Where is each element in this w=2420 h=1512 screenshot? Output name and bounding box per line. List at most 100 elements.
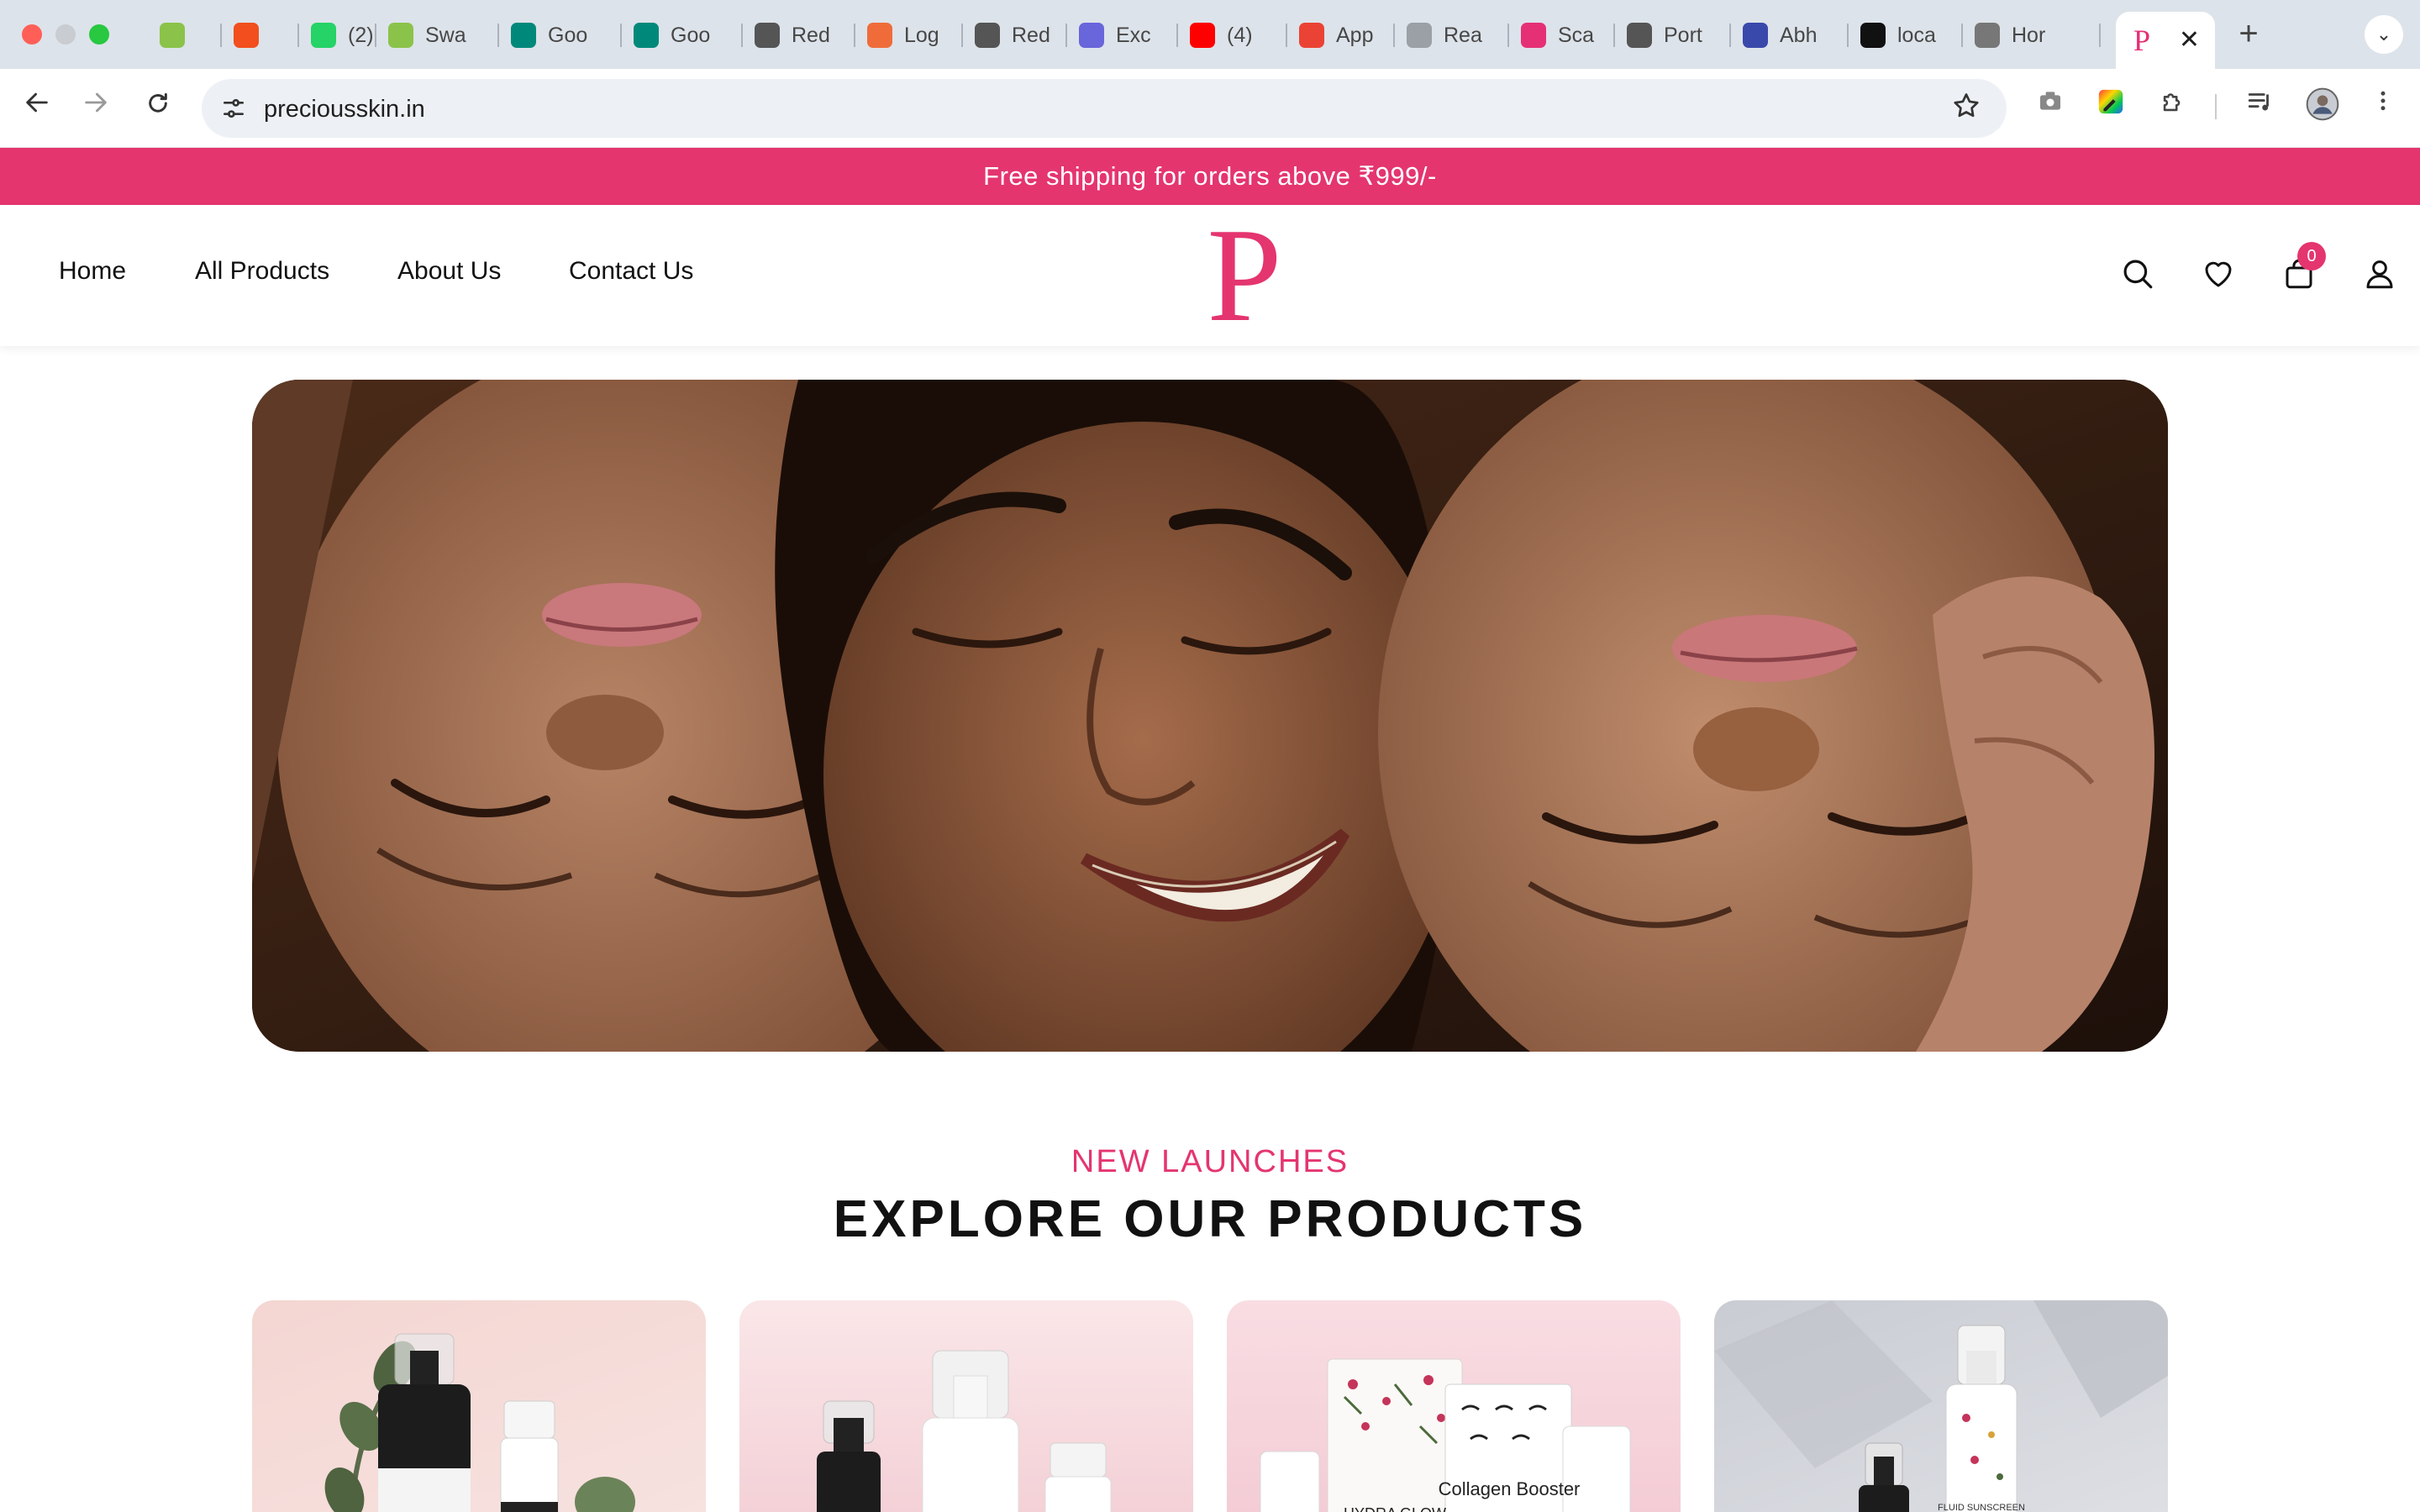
product-image: HYDRA GLOW Collagen Booster bbox=[1260, 1358, 1631, 1512]
product-image: FLUID SUNSCREEN bbox=[1714, 1300, 2168, 1512]
nav-about-us[interactable]: About Us bbox=[397, 257, 501, 286]
openai-icon bbox=[975, 23, 1000, 48]
media-controls-icon[interactable] bbox=[2242, 87, 2279, 124]
cube-icon bbox=[1521, 23, 1546, 48]
tab-title: (4) bbox=[1227, 23, 1253, 47]
camera-icon[interactable] bbox=[2032, 87, 2069, 124]
product-card[interactable]: FLUID SUNSCREEN bbox=[1714, 1300, 2168, 1512]
product-card[interactable] bbox=[739, 1300, 1193, 1512]
excalidraw-icon bbox=[1079, 23, 1104, 48]
url-text[interactable]: preciousskin.in bbox=[264, 96, 425, 123]
browser-tab[interactable]: Sca bbox=[1509, 13, 1615, 57]
arrow-left-icon bbox=[26, 92, 48, 113]
browser-tab[interactable]: Rea bbox=[1395, 13, 1509, 57]
tab-title: Log bbox=[904, 23, 939, 47]
tab-title: Hor bbox=[2012, 23, 2046, 47]
reload-icon bbox=[149, 92, 167, 113]
tab-title: (2) ’ bbox=[348, 23, 376, 47]
extensions-puzzle-icon[interactable] bbox=[2154, 87, 2191, 124]
google-meet-icon bbox=[511, 23, 536, 48]
tab-title: Swa bbox=[425, 23, 466, 47]
product-image bbox=[817, 1350, 1112, 1512]
site-settings-icon[interactable] bbox=[220, 95, 247, 122]
site-logo[interactable]: P bbox=[1207, 207, 1282, 342]
browser-tab[interactable]: Port bbox=[1615, 13, 1731, 57]
tab-search-button[interactable]: ⌄ bbox=[2365, 15, 2403, 54]
orange-logo-icon bbox=[867, 23, 892, 48]
google-meet-icon bbox=[634, 23, 659, 48]
tab-separator bbox=[2099, 24, 2101, 47]
nav-contact-us[interactable]: Contact Us bbox=[569, 257, 693, 286]
globe-icon bbox=[1975, 23, 2000, 48]
browser-tab-strip: (2) ’ Swa Goo Goo Red Log Red Exc (4) App Rea Sca Po… bbox=[0, 0, 2420, 69]
section-title: EXPLORE OUR PRODUCTS bbox=[833, 1190, 1587, 1248]
precious-logo-icon: P bbox=[2133, 24, 2151, 57]
cloud-icon bbox=[1407, 23, 1432, 48]
close-tab-icon[interactable]: ✕ bbox=[2179, 25, 2200, 55]
browser-tab[interactable]: Swa bbox=[376, 13, 499, 57]
wishlist-heart-icon[interactable] bbox=[2193, 249, 2244, 299]
tab-title: App bbox=[1336, 23, 1374, 47]
toolbar-divider bbox=[2215, 94, 2217, 119]
browser-tab[interactable]: App bbox=[1287, 13, 1395, 57]
tab-title: loca bbox=[1897, 23, 1936, 47]
cart-count-badge: 0 bbox=[2297, 242, 2326, 270]
hero-illustration bbox=[252, 380, 2168, 1052]
tab-title: Port bbox=[1664, 23, 1702, 47]
maximize-window-button[interactable] bbox=[89, 24, 109, 45]
tab-title: Goo bbox=[548, 23, 588, 47]
browser-tab[interactable]: Goo bbox=[622, 13, 743, 57]
tab-title: Red bbox=[1012, 23, 1050, 47]
browser-tab[interactable]: (2) ’ bbox=[299, 13, 376, 57]
globe-green-icon bbox=[160, 23, 185, 48]
product-label-1: FLUID SUNSCREEN bbox=[1938, 1503, 2025, 1512]
site-header: Home All Products About Us Contact Us P bbox=[0, 205, 2420, 346]
product-card[interactable] bbox=[252, 1300, 706, 1512]
browser-menu-icon[interactable] bbox=[2365, 87, 2402, 124]
product-image bbox=[324, 1333, 635, 1512]
tab-title: Sca bbox=[1558, 23, 1595, 47]
browser-tab[interactable] bbox=[148, 13, 222, 57]
browser-tab[interactable]: Red bbox=[743, 13, 855, 57]
arc-icon bbox=[1743, 23, 1768, 48]
new-tab-button[interactable]: + bbox=[2230, 15, 2267, 52]
browser-tab[interactable]: Hor bbox=[1963, 13, 2101, 57]
openai-icon bbox=[1627, 23, 1652, 48]
openai-icon bbox=[755, 23, 780, 48]
tab-title: Abh bbox=[1780, 23, 1818, 47]
color-picker-extension-icon[interactable] bbox=[2092, 87, 2129, 124]
globe-green-icon bbox=[388, 23, 413, 48]
product-label-2: Collagen Booster bbox=[1439, 1478, 1581, 1499]
account-user-icon[interactable] bbox=[2354, 249, 2405, 299]
search-icon[interactable] bbox=[2112, 249, 2163, 299]
address-bar[interactable]: preciousskin.in bbox=[202, 79, 2007, 138]
browser-tab[interactable]: (4) bbox=[1178, 13, 1287, 57]
back-button[interactable] bbox=[17, 87, 57, 128]
bookmark-star-icon[interactable] bbox=[1951, 91, 1981, 121]
announcement-bar: Free shipping for orders above ₹999/- bbox=[0, 148, 2420, 205]
profile-avatar-icon[interactable] bbox=[2304, 87, 2341, 124]
browser-tab[interactable] bbox=[222, 13, 299, 57]
tab-title: Goo bbox=[671, 23, 711, 47]
forward-button[interactable] bbox=[76, 87, 116, 128]
figma-icon bbox=[234, 23, 259, 48]
browser-tab[interactable]: loca bbox=[1849, 13, 1963, 57]
nav-all-products[interactable]: All Products bbox=[195, 257, 329, 286]
browser-tab[interactable]: Red bbox=[963, 13, 1067, 57]
product-card[interactable]: HYDRA GLOW Collagen Booster bbox=[1227, 1300, 1681, 1512]
reload-button[interactable] bbox=[138, 87, 178, 128]
browser-tab[interactable]: Goo bbox=[499, 13, 622, 57]
triangle-icon bbox=[1860, 23, 1886, 48]
browser-tab[interactable]: Exc bbox=[1067, 13, 1178, 57]
browser-tab[interactable]: Abh bbox=[1731, 13, 1849, 57]
nav-home[interactable]: Home bbox=[59, 257, 126, 286]
gmail-icon bbox=[1299, 23, 1324, 48]
minimize-window-button[interactable] bbox=[55, 24, 76, 45]
youtube-icon bbox=[1190, 23, 1215, 48]
browser-tab[interactable]: Log bbox=[855, 13, 963, 57]
active-tab[interactable]: P ✕ bbox=[2116, 12, 2215, 69]
close-window-button[interactable] bbox=[22, 24, 42, 45]
announcement-text: Free shipping for orders above ₹999/- bbox=[983, 161, 1437, 191]
product-label-1: HYDRA GLOW bbox=[1344, 1505, 1446, 1512]
section-eyebrow: NEW LAUNCHES bbox=[1071, 1144, 1349, 1179]
